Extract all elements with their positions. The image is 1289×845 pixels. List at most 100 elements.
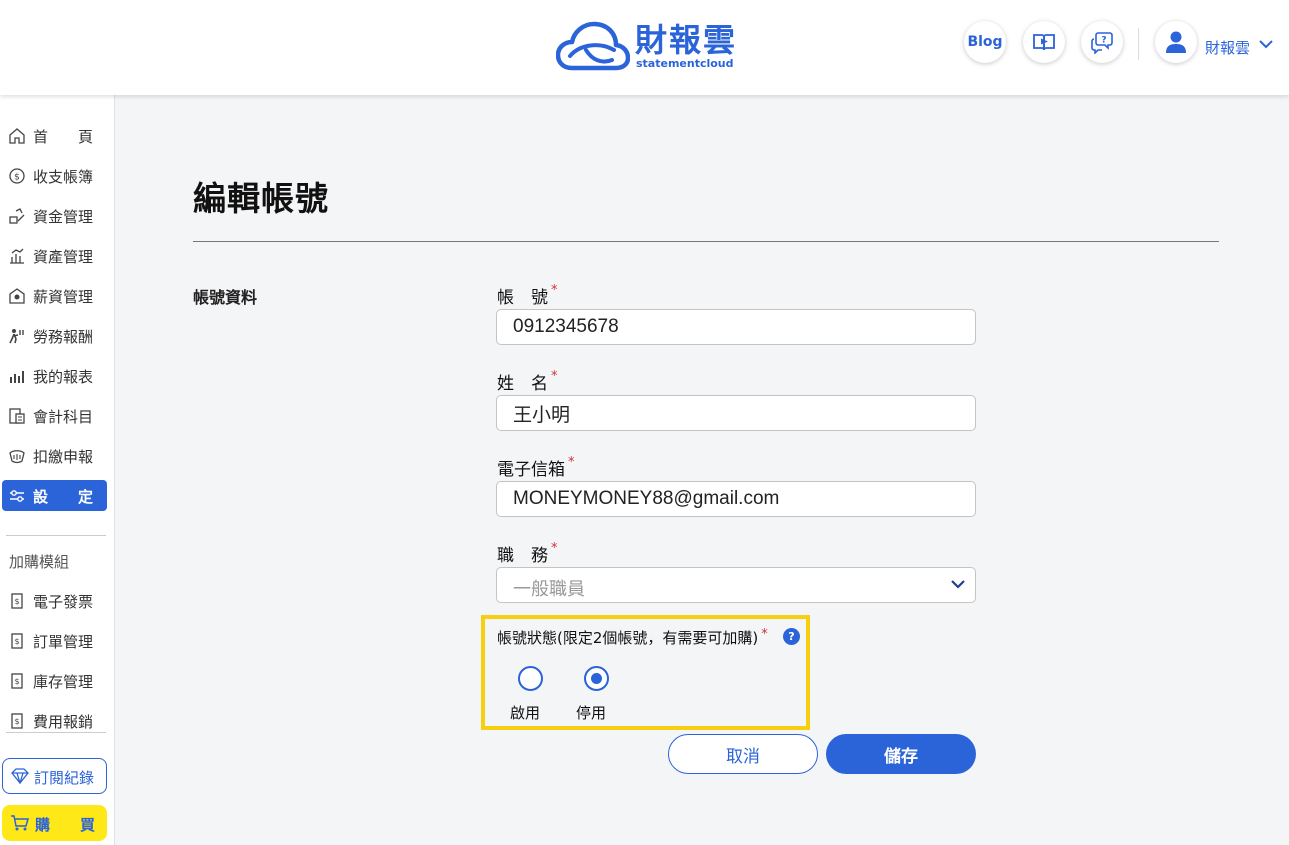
- expense-icon: $: [11, 713, 23, 729]
- sidebar-divider: [6, 535, 106, 536]
- sidebar-item-label: 電子發票: [33, 593, 94, 611]
- svg-text:$: $: [14, 677, 19, 686]
- svg-text:?: ?: [1101, 36, 1106, 46]
- labor-icon: [9, 329, 24, 344]
- addon-section-title: 加購模組: [9, 553, 70, 571]
- user-avatar[interactable]: [1155, 21, 1197, 63]
- order-icon: $: [11, 633, 23, 649]
- account-status-text: 帳號狀態(限定2個帳號，有需要可加購): [497, 629, 759, 647]
- cloud-logo-icon: [556, 21, 630, 71]
- subscription-record-label: 訂閱紀錄: [34, 769, 95, 787]
- settings-sliders-icon: [10, 490, 24, 502]
- logo[interactable]: 財報雲 statementcloud: [556, 18, 741, 74]
- cart-icon: [11, 815, 29, 831]
- radio-disable[interactable]: [584, 666, 609, 691]
- blog-button[interactable]: Blog: [964, 21, 1006, 63]
- sidebar-item-label: 扣繳申報: [33, 448, 94, 466]
- sidebar-item-label: 收支帳簿: [33, 168, 94, 186]
- sidebar-item-funds[interactable]: 資金管理: [0, 200, 115, 230]
- sidebar-item-ledger[interactable]: $ 收支帳簿: [0, 160, 115, 190]
- email-input[interactable]: [496, 481, 976, 517]
- page-title: 編輯帳號: [193, 179, 329, 218]
- email-label: 電子信箱 *: [497, 455, 575, 480]
- radio-enable-label: 啟用: [510, 704, 541, 722]
- save-button[interactable]: 儲存: [826, 734, 976, 774]
- chevron-down-icon: [951, 580, 965, 589]
- sidebar-item-expenses[interactable]: $ 費用報銷: [0, 705, 115, 735]
- blog-label: Blog: [967, 34, 1003, 50]
- sidebar-item-withholding[interactable]: 扣繳申報: [0, 440, 115, 470]
- top-header: 財報雲 statementcloud Blog ? 財報雲: [0, 0, 1289, 95]
- radio-disable-label: 停用: [576, 704, 607, 722]
- sidebar: 首 頁 $ 收支帳簿 資金管理 資產管理 薪資管理 勞務報酬 我的報表 會計科目…: [0, 95, 115, 845]
- header-divider: [1138, 28, 1139, 60]
- email-label-text: 電子信箱: [497, 460, 565, 480]
- logo-chinese-text: 財報雲: [635, 21, 738, 59]
- sidebar-item-labor[interactable]: 勞務報酬: [0, 320, 115, 350]
- chevron-down-icon[interactable]: [1259, 39, 1273, 49]
- invoice-icon: $: [11, 593, 23, 609]
- required-mark: *: [568, 455, 575, 470]
- sidebar-item-home[interactable]: 首 頁: [0, 120, 115, 150]
- account-label: 帳 號 *: [497, 283, 558, 308]
- account-label-text: 帳 號: [497, 288, 548, 308]
- svg-text:$: $: [14, 173, 20, 183]
- sidebar-item-label: 設 定: [33, 488, 94, 506]
- video-tutorial-button[interactable]: [1023, 21, 1065, 63]
- account-status-label: 帳號狀態(限定2個帳號，有需要可加購) *: [497, 627, 768, 648]
- required-mark: *: [761, 627, 768, 642]
- sidebar-item-orders[interactable]: $ 訂單管理: [0, 625, 115, 655]
- role-label-text: 職 務: [497, 546, 548, 566]
- role-label: 職 務 *: [497, 541, 558, 566]
- account-input[interactable]: [496, 309, 976, 345]
- sidebar-item-label: 首 頁: [33, 128, 94, 146]
- dollar-coin-icon: $: [9, 168, 25, 184]
- name-label: 姓 名 *: [497, 369, 558, 394]
- sidebar-item-reports[interactable]: 我的報表: [0, 360, 115, 390]
- required-mark: *: [551, 369, 558, 384]
- funds-icon: [9, 208, 25, 224]
- assets-icon: [10, 248, 24, 264]
- withholding-icon: [9, 450, 25, 464]
- cancel-button[interactable]: 取消: [668, 734, 818, 774]
- svg-text:$: $: [14, 717, 19, 726]
- chat-question-icon: ?: [1091, 32, 1113, 54]
- sidebar-item-payroll[interactable]: 薪資管理: [0, 280, 115, 310]
- section-title: 帳號資料: [193, 288, 258, 307]
- buy-button[interactable]: 購 買: [2, 805, 107, 841]
- sidebar-item-label: 我的報表: [33, 368, 94, 386]
- sidebar-item-label: 資金管理: [33, 208, 94, 226]
- required-mark: *: [551, 283, 558, 298]
- inventory-icon: $: [11, 673, 23, 689]
- title-divider: [193, 241, 1219, 242]
- sidebar-item-settings[interactable]: 設 定: [2, 480, 107, 511]
- buy-label: 購 買: [35, 816, 96, 834]
- user-name[interactable]: 財報雲: [1205, 37, 1250, 58]
- subscription-record-button[interactable]: 訂閱紀錄: [2, 758, 107, 794]
- logo-english-text: statementcloud: [636, 57, 734, 70]
- sidebar-item-label: 勞務報酬: [33, 328, 94, 346]
- svg-text:$: $: [14, 597, 19, 606]
- sidebar-item-label: 會計科目: [33, 408, 94, 426]
- role-select[interactable]: 一般職員: [496, 567, 976, 603]
- svg-text:$: $: [14, 637, 19, 646]
- radio-enable[interactable]: [518, 666, 543, 691]
- sidebar-item-label: 庫存管理: [33, 673, 94, 691]
- accounting-icon: [9, 408, 25, 424]
- sidebar-item-e-invoice[interactable]: $ 電子發票: [0, 585, 115, 615]
- help-icon[interactable]: ?: [783, 628, 800, 645]
- user-icon: [1166, 31, 1186, 53]
- bar-chart-icon: [10, 371, 24, 383]
- home-icon: [9, 128, 25, 144]
- book-video-icon: [1033, 34, 1055, 51]
- sidebar-item-label: 薪資管理: [33, 288, 94, 306]
- role-select-value: 一般職員: [513, 579, 585, 600]
- sidebar-divider: [6, 732, 106, 733]
- sidebar-item-assets[interactable]: 資產管理: [0, 240, 115, 270]
- support-chat-button[interactable]: ?: [1081, 21, 1123, 63]
- diamond-icon: [11, 768, 29, 784]
- name-input[interactable]: [496, 395, 976, 431]
- sidebar-item-accounting[interactable]: 會計科目: [0, 400, 115, 430]
- sidebar-item-inventory[interactable]: $ 庫存管理: [0, 665, 115, 695]
- sidebar-item-label: 訂單管理: [33, 633, 94, 651]
